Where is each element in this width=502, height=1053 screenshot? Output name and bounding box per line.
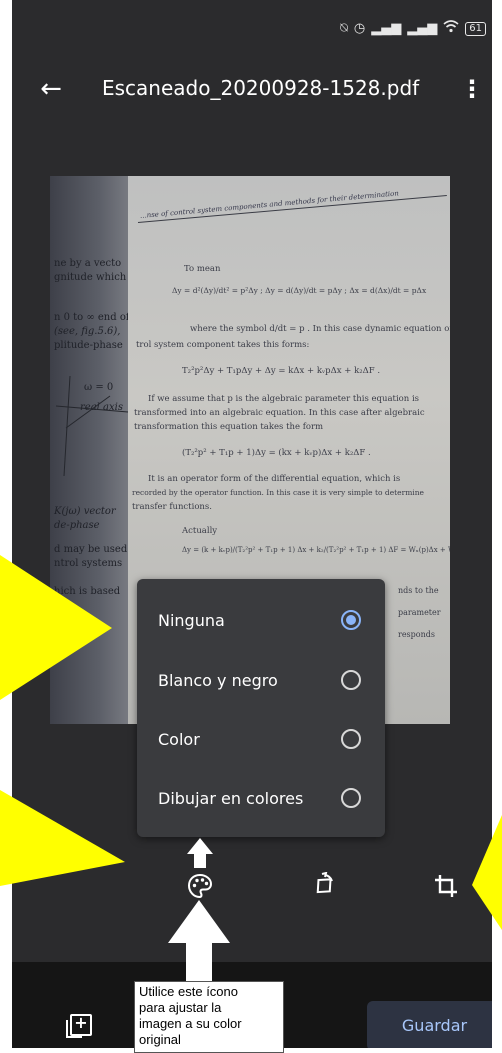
tooltip-line: original [139, 1032, 181, 1047]
tooltip-line: para ajustar la [139, 1000, 222, 1015]
tooltip-line: imagen a su color [139, 1016, 242, 1031]
highlight-wedge-left-top [0, 555, 112, 700]
highlight-wedge-left-bottom [0, 790, 125, 886]
arrow-up-large [168, 900, 230, 982]
tooltip-line: Utilice este ícono [139, 984, 238, 999]
arrow-up-small [187, 838, 213, 868]
highlight-wedge-right [472, 815, 502, 930]
annotation-overlay [0, 555, 502, 982]
annotation-tooltip: Utilice este ícono para ajustar la image… [134, 981, 284, 1053]
